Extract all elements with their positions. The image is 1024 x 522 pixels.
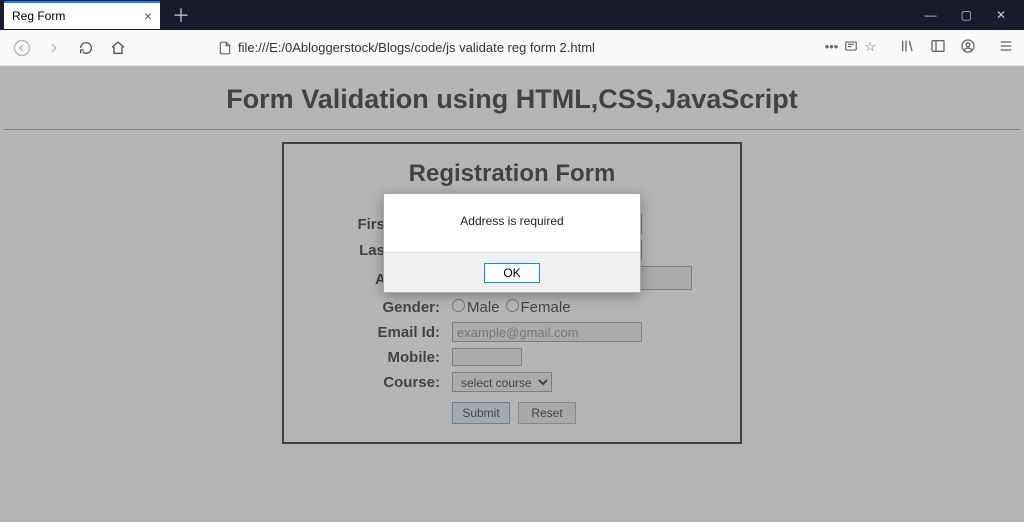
home-button[interactable] — [106, 36, 130, 60]
email-input[interactable] — [452, 322, 642, 342]
more-actions-icon[interactable]: ••• — [825, 39, 839, 56]
account-icon[interactable] — [960, 38, 976, 57]
close-window-button[interactable]: ✕ — [996, 8, 1006, 22]
browser-tab[interactable]: Reg Form × — [4, 1, 160, 29]
close-tab-icon[interactable]: × — [144, 8, 152, 24]
library-icon[interactable] — [900, 38, 916, 57]
menu-icon[interactable] — [998, 38, 1014, 57]
alert-message: Address is required — [384, 194, 640, 252]
bookmark-star-icon[interactable]: ☆ — [864, 39, 876, 56]
page-heading: Form Validation using HTML,CSS,JavaScrip… — [0, 66, 1024, 121]
window-controls: — ▢ ✕ — [925, 8, 1024, 22]
registration-form: Registration Form First Name: Last Name:… — [282, 142, 742, 444]
back-button[interactable] — [10, 36, 34, 60]
new-tab-button[interactable]: ＋ — [172, 2, 190, 28]
sidebar-icon[interactable] — [930, 38, 946, 57]
url-text: file:///E:/0Abloggerstock/Blogs/code/js … — [238, 40, 595, 55]
gender-male-radio[interactable] — [452, 299, 465, 312]
gender-female-radio[interactable] — [506, 299, 519, 312]
email-label: Email Id: — [332, 322, 452, 342]
window-titlebar: Reg Form × ＋ — ▢ ✕ — [0, 0, 1024, 30]
reader-icon[interactable] — [844, 39, 858, 56]
alert-ok-button[interactable]: OK — [484, 263, 540, 283]
alert-dialog: Address is required OK — [383, 193, 641, 293]
tab-title: Reg Form — [12, 9, 65, 23]
course-label: Course: — [332, 372, 452, 392]
submit-button[interactable]: Submit — [452, 402, 510, 424]
gender-label: Gender: — [332, 299, 452, 316]
maximize-button[interactable]: ▢ — [961, 8, 972, 22]
forward-button[interactable] — [42, 36, 66, 60]
mobile-input[interactable] — [452, 348, 522, 366]
course-select[interactable]: select course — [452, 372, 552, 392]
gender-male-option[interactable]: Male — [452, 299, 500, 316]
browser-toolbar: file:///E:/0Abloggerstock/Blogs/code/js … — [0, 30, 1024, 66]
gender-female-option[interactable]: Female — [506, 299, 571, 316]
file-icon — [218, 41, 232, 55]
reload-button[interactable] — [74, 36, 98, 60]
url-bar[interactable]: file:///E:/0Abloggerstock/Blogs/code/js … — [218, 40, 807, 55]
minimize-button[interactable]: — — [925, 8, 937, 22]
mobile-label: Mobile: — [332, 348, 452, 366]
divider — [4, 129, 1020, 130]
reset-button[interactable]: Reset — [518, 402, 576, 424]
